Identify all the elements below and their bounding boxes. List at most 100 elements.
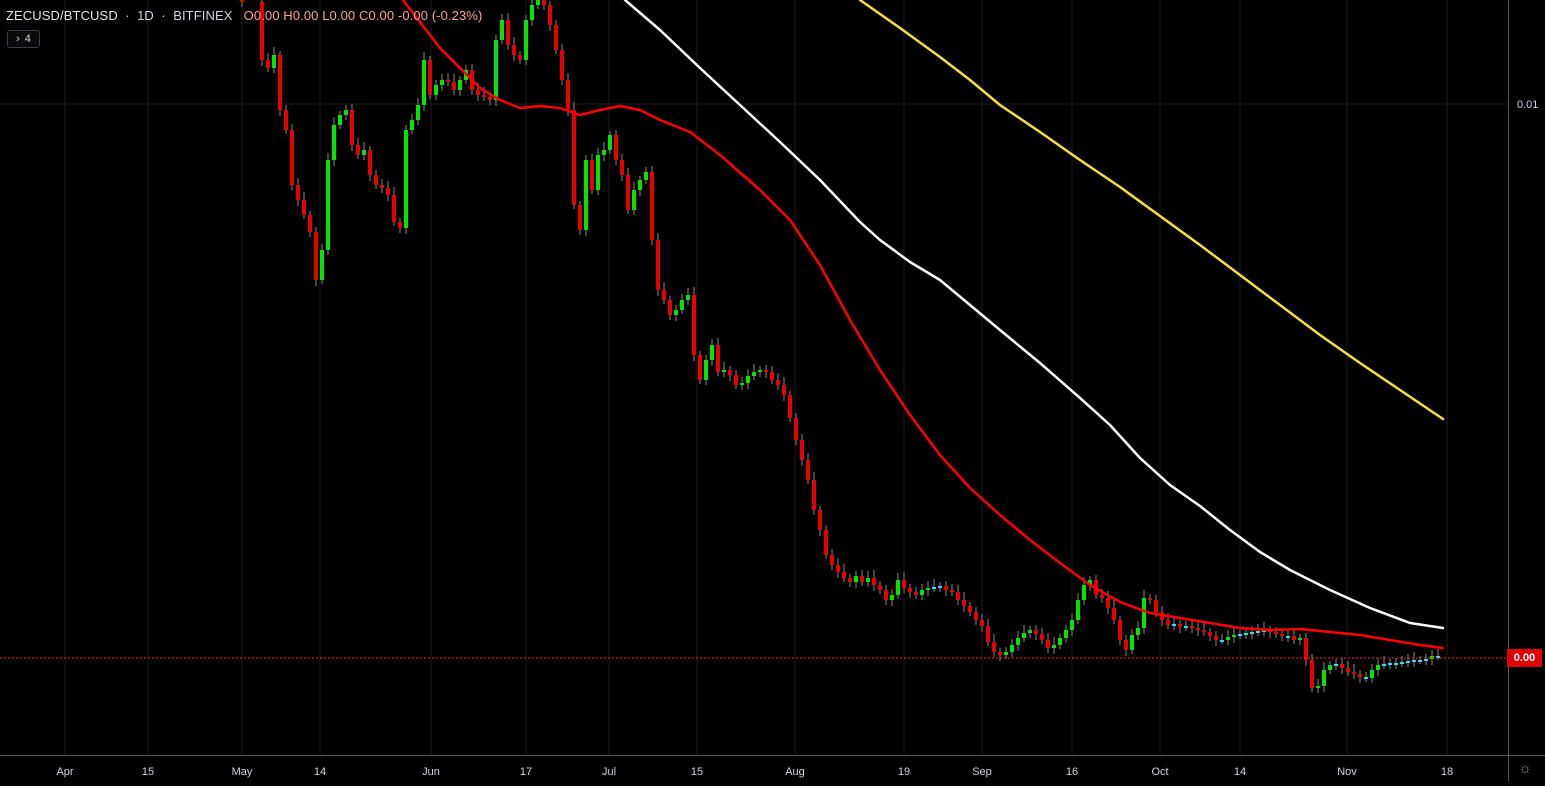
candle-body: [1154, 600, 1158, 612]
candle-body: [1274, 632, 1278, 634]
candle-body: [506, 20, 510, 45]
candle-body: [380, 185, 384, 188]
candle-body: [1256, 631, 1260, 633]
candle-body: [410, 120, 414, 130]
candle-body: [1352, 672, 1356, 674]
candle-body: [1286, 636, 1290, 638]
x-tick-label: 19: [898, 766, 910, 778]
candle-body: [1070, 620, 1074, 630]
candle-body: [1394, 663, 1398, 665]
candle-body: [572, 110, 576, 205]
candle-body: [818, 510, 822, 530]
candle-body: [524, 20, 528, 60]
gear-icon[interactable]: ☼: [1516, 760, 1534, 778]
candle-body: [1340, 664, 1344, 668]
moving-average-red: [401, 0, 1445, 650]
candle-body: [560, 50, 564, 80]
candle-body: [734, 375, 738, 385]
interval[interactable]: 1D: [137, 8, 154, 23]
current-price-tag: 0.00: [1507, 649, 1542, 667]
candle-body: [1244, 633, 1248, 635]
candle-body: [590, 160, 594, 190]
candle-body: [884, 590, 888, 600]
candle-body: [278, 55, 282, 110]
candle-body: [758, 370, 762, 372]
candle-body: [1238, 634, 1242, 636]
candle-body: [1280, 634, 1284, 636]
x-tick-label: Apr: [56, 766, 73, 778]
candle-body: [386, 188, 390, 195]
indicator-toggle-button[interactable]: › 4: [7, 30, 40, 48]
candle-body: [782, 385, 786, 395]
candle-body: [368, 150, 372, 175]
candle-body: [1400, 662, 1404, 664]
candle-body: [1184, 626, 1188, 628]
candle-body: [1382, 664, 1386, 666]
candle-body: [1052, 645, 1056, 648]
candle-body: [446, 80, 450, 82]
candle-body: [656, 240, 660, 290]
candle-body: [416, 105, 420, 120]
candle-body: [554, 25, 558, 50]
y-tick-label: 0.01: [1517, 99, 1538, 111]
candle-body: [1076, 600, 1080, 620]
candle-body: [296, 185, 300, 200]
candle-body: [1046, 640, 1050, 648]
candle-body: [956, 592, 960, 600]
candle-body: [398, 222, 402, 228]
candle-body: [650, 172, 654, 240]
candle-body: [530, 5, 534, 20]
candle-body: [338, 115, 342, 125]
candle-body: [1172, 624, 1176, 626]
exchange: BITFINEX: [173, 8, 233, 23]
candle-body: [902, 580, 906, 588]
symbol-name[interactable]: ZECUSD/BTCUSD: [6, 8, 118, 23]
candle-body: [1082, 585, 1086, 600]
candle-body: [698, 355, 702, 380]
open-value: O0.00: [243, 8, 280, 23]
candle-body: [608, 135, 612, 150]
candle-body: [674, 310, 678, 315]
candle-body: [824, 530, 828, 555]
candle-body: [494, 40, 498, 100]
candle-body: [632, 190, 636, 210]
candle-body: [866, 578, 870, 582]
candle-body: [536, 0, 540, 5]
candle-body: [374, 175, 378, 185]
candle-body: [1232, 635, 1236, 637]
candle-body: [566, 80, 570, 110]
candle-body: [974, 612, 978, 620]
candle-body: [686, 295, 690, 300]
chart-root[interactable]: Apr 15 May 14 Jun 17 Jul 15 Aug 19 Sep 16 Oct 14 Nov 18…: [0, 0, 1545, 781]
price-chart[interactable]: Apr 15 May 14 Jun 17 Jul 15 Aug 19 Sep 16 Oct 14 Nov 18…: [0, 0, 1545, 781]
candle-body: [1310, 660, 1314, 688]
candle-body: [914, 592, 918, 595]
candle-body: [794, 418, 798, 440]
candle-body: [626, 175, 630, 210]
candle-body: [980, 620, 984, 626]
candle-body: [998, 652, 1002, 655]
x-tick-label: Jun: [422, 766, 440, 778]
x-tick-label: 16: [1066, 766, 1078, 778]
x-tick-label: 17: [520, 766, 532, 778]
candle-body: [1106, 598, 1110, 608]
candle-body: [668, 300, 672, 315]
candle-body: [578, 205, 582, 230]
candle-body: [302, 200, 306, 215]
candle-body: [1322, 670, 1326, 686]
candle-body: [962, 600, 966, 606]
candle-body: [950, 590, 954, 592]
candle-body: [872, 578, 876, 585]
candle-body: [1418, 660, 1422, 662]
candle-body: [344, 110, 348, 115]
candle-body: [1196, 628, 1200, 630]
candle-body: [878, 585, 882, 590]
candle-body: [968, 606, 972, 612]
candle-body: [764, 370, 768, 372]
candle-body: [842, 572, 846, 578]
candle-body: [1112, 608, 1116, 620]
candle-body: [752, 372, 756, 376]
x-tick-label: May: [232, 766, 253, 778]
candle-body: [1250, 632, 1254, 634]
candle-body: [806, 460, 810, 480]
